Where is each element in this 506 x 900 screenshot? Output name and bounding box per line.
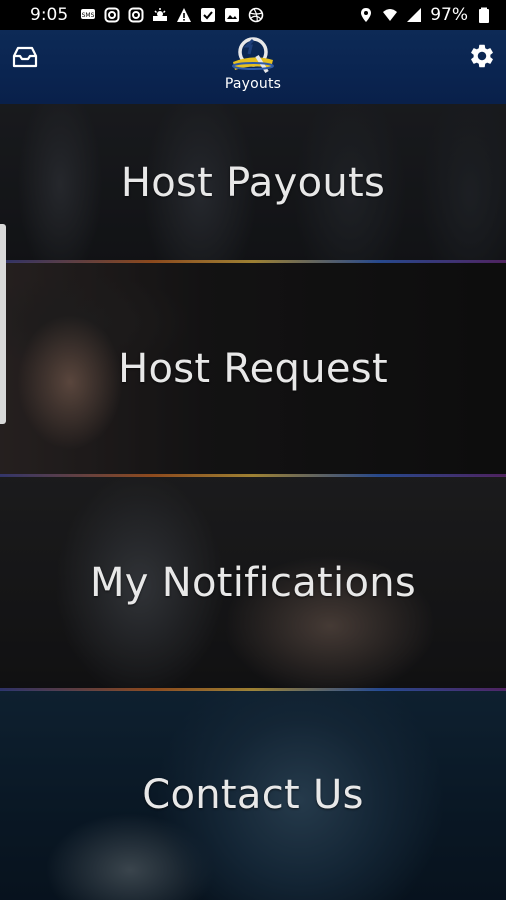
sms-icon: SMS bbox=[80, 7, 96, 23]
tile-divider bbox=[0, 260, 506, 263]
settings-button[interactable] bbox=[468, 42, 496, 70]
main-menu: Host Payouts Host Request My Notificatio… bbox=[0, 104, 506, 900]
wifi-icon bbox=[382, 7, 398, 23]
battery-percentage: 97% bbox=[430, 5, 468, 25]
app-bar: Payouts bbox=[0, 30, 506, 104]
svg-text:SMS: SMS bbox=[82, 12, 95, 19]
weather-icon bbox=[152, 7, 168, 23]
system-icons: 97% bbox=[358, 5, 492, 25]
status-time: 9:05 bbox=[30, 5, 69, 25]
tile-divider bbox=[0, 688, 506, 691]
logo-text: Payouts bbox=[224, 76, 282, 92]
checkbox-icon bbox=[200, 7, 216, 23]
notification-icons: SMS bbox=[80, 7, 264, 23]
inbox-icon bbox=[12, 46, 38, 68]
alert-icon bbox=[176, 7, 192, 23]
dribbble-icon bbox=[248, 7, 264, 23]
instagram-icon bbox=[104, 7, 120, 23]
tile-divider bbox=[0, 474, 506, 477]
host-payouts-tile[interactable]: Host Payouts bbox=[0, 104, 506, 262]
gear-icon bbox=[471, 44, 493, 68]
tile-label: Host Request bbox=[118, 346, 388, 392]
scroll-handle[interactable] bbox=[0, 224, 6, 424]
signal-icon bbox=[406, 7, 422, 23]
host-request-tile[interactable]: Host Request bbox=[0, 262, 506, 476]
contact-us-tile[interactable]: Contact Us bbox=[0, 690, 506, 900]
battery-icon bbox=[476, 7, 492, 23]
instagram-icon bbox=[128, 7, 144, 23]
my-notifications-tile[interactable]: My Notifications bbox=[0, 476, 506, 690]
app-logo: Payouts bbox=[213, 36, 293, 98]
gallery-icon bbox=[224, 7, 240, 23]
location-icon bbox=[358, 7, 374, 23]
logo-icon bbox=[232, 37, 274, 74]
tile-label: Host Payouts bbox=[120, 160, 386, 206]
status-bar: 9:05 SMS 97% bbox=[0, 0, 506, 30]
tile-label: My Notifications bbox=[89, 560, 417, 606]
tile-label: Contact Us bbox=[142, 772, 364, 818]
inbox-button[interactable] bbox=[10, 42, 40, 72]
